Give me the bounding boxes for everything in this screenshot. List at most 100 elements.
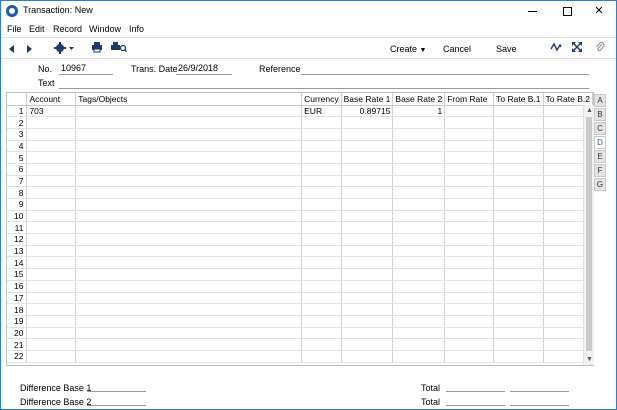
to-rate-b1-cell[interactable] xyxy=(493,233,544,246)
account-cell[interactable] xyxy=(26,350,77,363)
currency-cell[interactable] xyxy=(301,350,342,363)
tags-objects-cell[interactable] xyxy=(75,256,303,270)
from-rate-cell[interactable] xyxy=(444,292,495,305)
tab-a[interactable]: A xyxy=(594,94,606,107)
currency-cell[interactable] xyxy=(301,315,342,328)
menu-window[interactable]: Window xyxy=(89,24,121,34)
grid-vertical-scrollbar[interactable]: ▲ ▼ xyxy=(583,105,594,365)
currency-cell[interactable]: EUR xyxy=(301,105,342,118)
currency-cell[interactable] xyxy=(301,198,342,211)
base-rate-2-cell[interactable] xyxy=(392,268,446,281)
account-cell[interactable] xyxy=(26,292,77,305)
print-preview-button[interactable] xyxy=(111,41,127,57)
from-rate-cell[interactable] xyxy=(444,140,495,153)
menu-info[interactable]: Info xyxy=(129,24,144,34)
base-rate-1-cell[interactable] xyxy=(341,210,394,223)
currency-cell[interactable] xyxy=(301,163,342,176)
tags-objects-cell[interactable] xyxy=(75,128,303,141)
account-cell[interactable] xyxy=(26,233,77,246)
to-rate-b1-cell[interactable] xyxy=(493,315,544,328)
to-rate-b1-cell[interactable] xyxy=(493,245,544,258)
base-rate-2-cell[interactable] xyxy=(392,198,446,211)
tags-objects-cell[interactable] xyxy=(75,163,303,176)
base-rate-2-cell[interactable] xyxy=(392,292,446,305)
base-rate-2-cell[interactable] xyxy=(392,327,446,340)
to-rate-b1-cell[interactable] xyxy=(493,350,544,363)
to-rate-b1-cell[interactable] xyxy=(493,163,544,176)
account-cell[interactable] xyxy=(26,163,77,176)
base-rate-2-cell[interactable] xyxy=(392,256,446,270)
account-cell[interactable]: 703 xyxy=(26,105,77,118)
base-rate-2-cell[interactable] xyxy=(392,210,446,223)
to-rate-b1-cell[interactable] xyxy=(493,256,544,270)
tab-f[interactable]: F xyxy=(594,164,606,177)
currency-cell[interactable] xyxy=(301,175,342,188)
base-rate-1-cell[interactable] xyxy=(341,303,394,316)
currency-cell[interactable] xyxy=(301,128,342,141)
tab-b[interactable]: B xyxy=(594,108,606,121)
expand-button[interactable] xyxy=(571,41,583,57)
from-rate-cell[interactable] xyxy=(444,350,495,363)
attachment-button[interactable] xyxy=(595,41,605,57)
base-rate-1-cell[interactable] xyxy=(341,140,394,153)
menu-edit[interactable]: Edit xyxy=(29,24,45,34)
currency-cell[interactable] xyxy=(301,116,342,129)
currency-cell[interactable] xyxy=(301,327,342,340)
from-rate-cell[interactable] xyxy=(444,268,495,281)
currency-cell[interactable] xyxy=(301,292,342,305)
from-rate-cell[interactable] xyxy=(444,198,495,211)
tags-objects-cell[interactable] xyxy=(75,292,303,305)
previous-record-button[interactable] xyxy=(9,41,14,57)
base-rate-2-cell[interactable] xyxy=(392,315,446,328)
no-field[interactable]: 10967 xyxy=(59,63,113,75)
tags-objects-cell[interactable] xyxy=(75,105,303,118)
base-rate-1-cell[interactable] xyxy=(341,315,394,328)
tags-objects-cell[interactable] xyxy=(75,280,303,293)
to-rate-b1-cell[interactable] xyxy=(493,280,544,293)
account-cell[interactable] xyxy=(26,140,77,153)
to-rate-b1-cell[interactable] xyxy=(493,327,544,340)
scroll-up-icon[interactable]: ▲ xyxy=(585,106,594,115)
base-rate-2-cell[interactable] xyxy=(392,163,446,176)
base-rate-1-cell[interactable] xyxy=(341,256,394,270)
tab-d[interactable]: D xyxy=(594,136,606,149)
tags-objects-cell[interactable] xyxy=(75,186,303,199)
to-rate-b1-cell[interactable] xyxy=(493,268,544,281)
to-rate-b1-cell[interactable] xyxy=(493,116,544,129)
tags-objects-cell[interactable] xyxy=(75,175,303,188)
base-rate-2-cell[interactable] xyxy=(392,338,446,351)
from-rate-cell[interactable] xyxy=(444,245,495,258)
base-rate-2-cell[interactable] xyxy=(392,116,446,129)
account-cell[interactable] xyxy=(26,315,77,328)
base-rate-2-cell[interactable] xyxy=(392,245,446,258)
base-rate-2-cell[interactable] xyxy=(392,221,446,235)
base-rate-1-cell[interactable] xyxy=(341,350,394,363)
tags-objects-cell[interactable] xyxy=(75,198,303,211)
from-rate-cell[interactable] xyxy=(444,128,495,141)
currency-cell[interactable] xyxy=(301,140,342,153)
base-rate-1-cell[interactable] xyxy=(341,151,394,164)
reference-field[interactable] xyxy=(301,63,589,75)
currency-cell[interactable] xyxy=(301,221,342,235)
to-rate-b1-cell[interactable] xyxy=(493,292,544,305)
tags-objects-cell[interactable] xyxy=(75,245,303,258)
from-rate-cell[interactable] xyxy=(444,256,495,270)
menu-file[interactable]: File xyxy=(7,24,22,34)
base-rate-2-cell[interactable] xyxy=(392,151,446,164)
base-rate-1-cell[interactable] xyxy=(341,221,394,235)
to-rate-b1-cell[interactable] xyxy=(493,175,544,188)
currency-cell[interactable] xyxy=(301,256,342,270)
account-cell[interactable] xyxy=(26,186,77,199)
to-rate-b1-cell[interactable] xyxy=(493,303,544,316)
base-rate-2-cell[interactable] xyxy=(392,233,446,246)
currency-cell[interactable] xyxy=(301,151,342,164)
close-button[interactable]: ✕ xyxy=(582,1,616,21)
currency-cell[interactable] xyxy=(301,338,342,351)
base-rate-2-cell[interactable]: 1 xyxy=(392,105,446,118)
account-cell[interactable] xyxy=(26,221,77,235)
tags-objects-cell[interactable] xyxy=(75,151,303,164)
to-rate-b1-cell[interactable] xyxy=(493,105,544,118)
to-rate-b1-cell[interactable] xyxy=(493,198,544,211)
to-rate-b1-cell[interactable] xyxy=(493,210,544,223)
base-rate-1-cell[interactable] xyxy=(341,280,394,293)
